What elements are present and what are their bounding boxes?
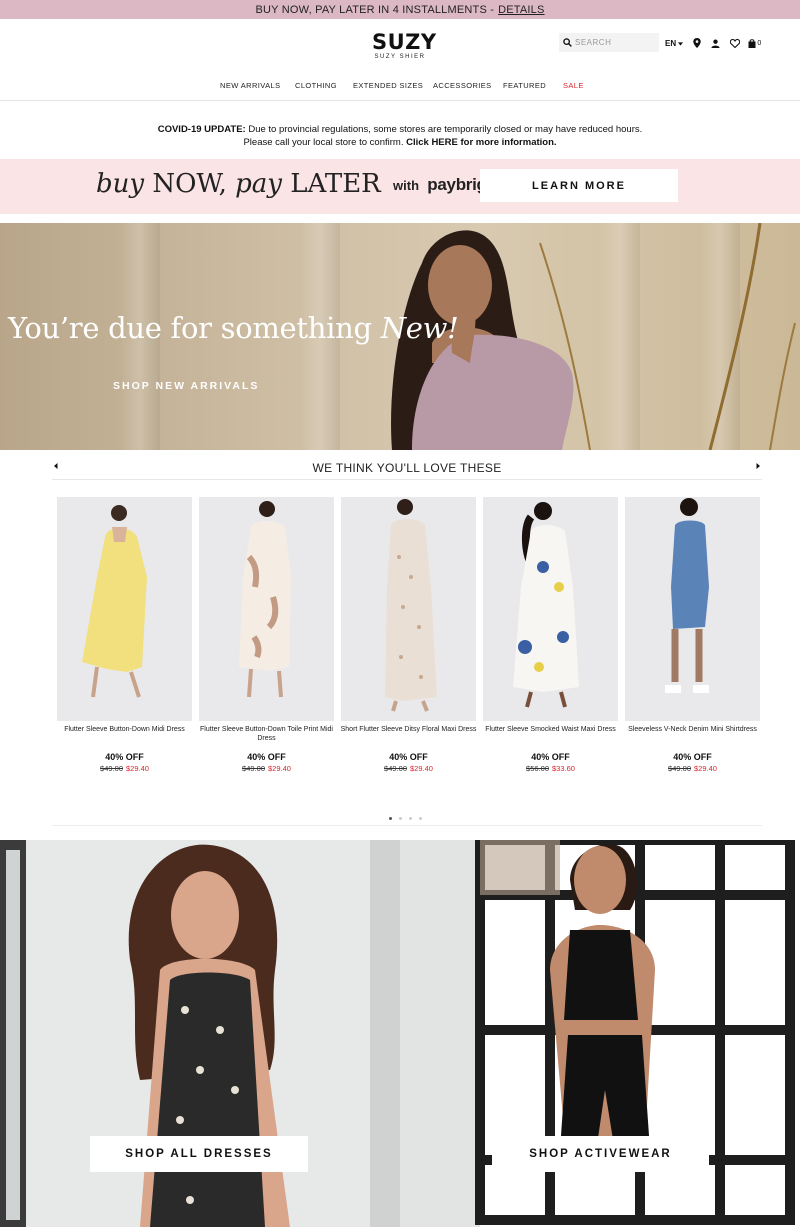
product-discount: 40% OFF <box>673 752 712 762</box>
site-header: SUZY SUZY SHIER EN 0 NEW ARRIVALS CLOTHI… <box>0 19 800 101</box>
search-icon[interactable] <box>563 34 572 52</box>
sale-price: $29.40 <box>268 764 291 773</box>
dresses-promo-panel[interactable]: SHOP ALL DRESSES <box>0 840 400 1227</box>
original-price: $49.00 <box>242 764 265 773</box>
product-image[interactable] <box>199 497 334 721</box>
product-name[interactable]: Flutter Sleeve Smocked Waist Maxi Dress <box>479 725 622 734</box>
paybright-banner: buy NOW, pay LATER with paybright LEARN … <box>0 159 800 214</box>
recommendations-title: WE THINK YOU'LL LOVE THESE <box>312 461 502 475</box>
product-discount: 40% OFF <box>389 752 428 762</box>
language-label: EN <box>665 38 677 48</box>
product-discount: 40% OFF <box>105 752 144 762</box>
product-name[interactable]: Flutter Sleeve Button-Down Midi Dress <box>53 725 196 734</box>
logo[interactable]: SUZY SUZY SHIER <box>372 30 437 61</box>
nav-new-arrivals[interactable]: NEW ARRIVALS <box>220 81 281 90</box>
shop-all-dresses-button[interactable]: SHOP ALL DRESSES <box>90 1136 308 1172</box>
shop-new-arrivals-link[interactable]: SHOP NEW ARRIVALS <box>113 380 259 392</box>
covid-text-1: Due to provincial regulations, some stor… <box>245 124 643 135</box>
search-input[interactable] <box>575 38 651 47</box>
carousel-next-arrow-icon[interactable] <box>754 462 762 470</box>
product-card[interactable]: Flutter Sleeve Button-Down Midi Dress 40… <box>57 497 192 782</box>
header-icons: EN 0 <box>665 37 761 49</box>
product-prices: $56.00 $33.60 <box>483 764 618 773</box>
product-prices: $49.00 $29.40 <box>341 764 476 773</box>
original-price: $49.00 <box>100 764 123 773</box>
covid-info-link[interactable]: Click HERE for more information. <box>406 137 556 148</box>
search-box[interactable] <box>559 33 659 52</box>
hero-title: You’re due for something New! <box>8 311 459 345</box>
original-price: $49.00 <box>384 764 407 773</box>
language-selector[interactable]: EN <box>665 38 684 48</box>
recommendations-header: WE THINK YOU'LL LOVE THESE <box>52 456 762 480</box>
sale-price: $29.40 <box>410 764 433 773</box>
account-user-icon[interactable] <box>710 38 721 49</box>
covid-label: COVID-19 UPDATE: <box>157 124 246 135</box>
promo-details-link[interactable]: DETAILS <box>498 4 544 16</box>
product-image[interactable] <box>341 497 476 721</box>
product-carousel: Flutter Sleeve Button-Down Midi Dress 40… <box>57 497 762 782</box>
product-name[interactable]: Sleeveless V-Neck Denim Mini Shirtdress <box>621 725 764 734</box>
product-image[interactable] <box>483 497 618 721</box>
slogan-now: NOW, <box>152 169 227 199</box>
location-pin-icon[interactable] <box>691 38 702 49</box>
nav-accessories[interactable]: ACCESSORIES <box>433 81 492 90</box>
wishlist-heart-icon[interactable] <box>729 38 740 49</box>
product-prices: $49.00 $29.40 <box>199 764 334 773</box>
shopping-bag-icon <box>748 38 756 48</box>
product-name[interactable]: Flutter Sleeve Button-Down Toile Print M… <box>195 725 338 743</box>
pagination-dot[interactable] <box>399 817 402 820</box>
promo-text: BUY NOW, PAY LATER IN 4 INSTALLMENTS - <box>255 3 495 16</box>
product-card[interactable]: Flutter Sleeve Smocked Waist Maxi Dress … <box>483 497 618 782</box>
logo-subtitle: SUZY SHIER <box>374 54 426 60</box>
chevron-down-icon <box>678 41 684 46</box>
product-image[interactable] <box>57 497 192 721</box>
covid-line-2: Please call your local store to confirm.… <box>0 136 800 149</box>
product-name[interactable]: Short Flutter Sleeve Ditsy Floral Maxi D… <box>337 725 480 734</box>
product-card[interactable]: Short Flutter Sleeve Ditsy Floral Maxi D… <box>341 497 476 782</box>
pagination-dot[interactable] <box>389 817 392 820</box>
cart[interactable]: 0 <box>748 38 761 49</box>
hero-title-text: You’re due for something <box>8 311 381 345</box>
hero-title-emphasis: New! <box>380 311 459 345</box>
product-image[interactable] <box>625 497 760 721</box>
nav-featured[interactable]: FEATURED <box>503 81 546 90</box>
sale-price: $29.40 <box>694 764 717 773</box>
sale-price: $29.40 <box>126 764 149 773</box>
logo-wordmark: SUZY <box>372 30 437 54</box>
cart-count: 0 <box>757 39 762 47</box>
nav-sale[interactable]: SALE <box>563 81 584 90</box>
main-nav: NEW ARRIVALS CLOTHING EXTENDED SIZES ACC… <box>0 81 800 95</box>
original-price: $49.00 <box>668 764 691 773</box>
slogan-pay: pay <box>235 169 282 199</box>
slogan-buy: buy <box>96 169 145 199</box>
original-price: $56.00 <box>526 764 549 773</box>
nav-extended-sizes[interactable]: EXTENDED SIZES <box>353 81 423 90</box>
covid-line-1: COVID-19 UPDATE: Due to provincial regul… <box>0 123 800 136</box>
product-prices: $49.00 $29.40 <box>625 764 760 773</box>
promo-bar: BUY NOW, PAY LATER IN 4 INSTALLMENTS - D… <box>0 0 800 19</box>
nav-clothing[interactable]: CLOTHING <box>295 81 337 90</box>
hero-banner[interactable]: You’re due for something New! SHOP NEW A… <box>0 223 800 450</box>
covid-text-2: Please call your local store to confirm. <box>243 137 407 148</box>
product-discount: 40% OFF <box>531 752 570 762</box>
product-card[interactable]: Flutter Sleeve Button-Down Toile Print M… <box>199 497 334 782</box>
slogan-with: with <box>393 177 420 193</box>
learn-more-button[interactable]: LEARN MORE <box>480 169 678 202</box>
carousel-pagination <box>389 817 422 820</box>
sale-price: $33.60 <box>552 764 575 773</box>
product-card[interactable]: Sleeveless V-Neck Denim Mini Shirtdress … <box>625 497 760 782</box>
product-prices: $49.00 $29.40 <box>57 764 192 773</box>
pagination-dot[interactable] <box>409 817 412 820</box>
paybright-slogan: buy NOW, pay LATER with paybright <box>96 169 502 199</box>
slogan-later: LATER <box>290 169 381 199</box>
covid-notice: COVID-19 UPDATE: Due to provincial regul… <box>0 123 800 149</box>
pagination-dot[interactable] <box>419 817 422 820</box>
activewear-promo-panel[interactable]: SHOP ACTIVEWEAR <box>400 840 800 1227</box>
product-discount: 40% OFF <box>247 752 286 762</box>
shop-activewear-button[interactable]: SHOP ACTIVEWEAR <box>492 1136 709 1172</box>
section-divider <box>52 825 762 826</box>
